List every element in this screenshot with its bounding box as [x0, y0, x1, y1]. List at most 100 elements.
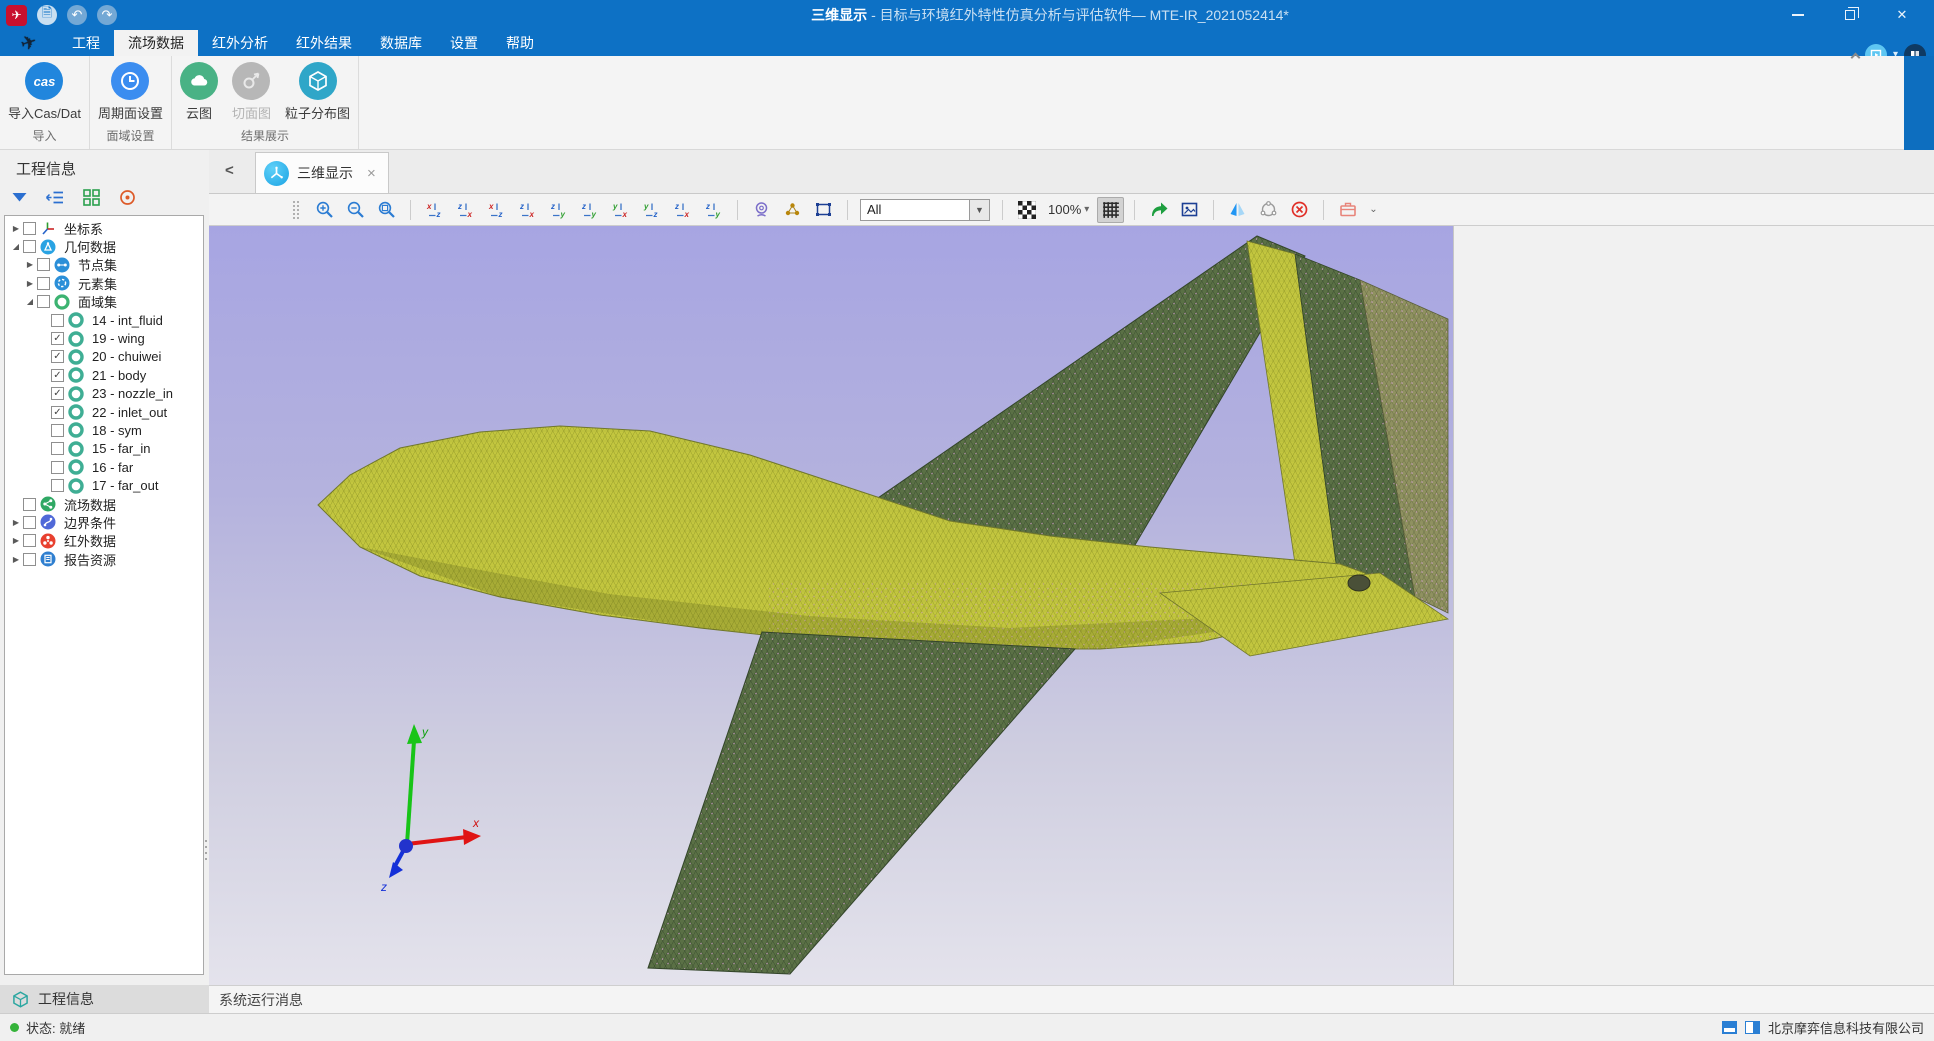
view-back-button[interactable]: zx — [452, 197, 479, 223]
tree-checkbox[interactable] — [23, 534, 36, 547]
zoom-out-button[interactable] — [342, 197, 369, 223]
tree-item-11[interactable]: 18 - sym — [5, 421, 203, 439]
export-button[interactable] — [1145, 197, 1172, 223]
zoom-dropdown-icon[interactable]: ▾ — [1084, 204, 1089, 215]
locate-target-icon[interactable] — [116, 186, 138, 208]
tree-checkbox[interactable] — [37, 295, 50, 308]
3d-viewport[interactable]: y x z — [209, 226, 1453, 985]
menu-item-0[interactable]: 工程 — [58, 30, 114, 56]
tree-item-9[interactable]: ✓23 - nozzle_in — [5, 385, 203, 403]
particle-trace-button[interactable] — [779, 197, 806, 223]
ribbon-button-2-2[interactable]: 粒子分布图 — [279, 60, 356, 124]
mesh-grid-toggle-button[interactable] — [1097, 197, 1124, 223]
tree-item-7[interactable]: ✓20 - chuiwei — [5, 348, 203, 366]
display-filter-combo[interactable]: All▼ — [860, 199, 990, 221]
tree-checkbox[interactable] — [51, 442, 64, 455]
view-right-button[interactable]: xz — [483, 197, 510, 223]
menu-item-3[interactable]: 红外结果 — [282, 30, 366, 56]
tree-checkbox[interactable]: ✓ — [51, 332, 64, 345]
tree-item-14[interactable]: 17 - far_out — [5, 476, 203, 494]
tree-item-8[interactable]: ✓21 - body — [5, 366, 203, 384]
tree-item-1[interactable]: ◢几何数据 — [5, 237, 203, 255]
view-left-button[interactable]: zx — [514, 197, 541, 223]
zoom-fit-button[interactable] — [373, 197, 400, 223]
tree-checkbox[interactable]: ✓ — [51, 369, 64, 382]
grid-view-icon[interactable] — [80, 186, 102, 208]
menu-item-1[interactable]: 流场数据 — [114, 30, 198, 56]
tree-checkbox[interactable] — [51, 314, 64, 327]
view-front-button[interactable]: xz — [421, 197, 448, 223]
tree-item-12[interactable]: 15 - far_in — [5, 440, 203, 458]
tree-item-13[interactable]: 16 - far — [5, 458, 203, 476]
mirror-button[interactable] — [1224, 197, 1251, 223]
tree-item-17[interactable]: ▶红外数据 — [5, 532, 203, 550]
tree-checkbox[interactable] — [23, 240, 36, 253]
zoom-level-select[interactable]: 100%▾ — [1048, 202, 1089, 217]
menu-item-6[interactable]: 帮助 — [492, 30, 548, 56]
box-select-button[interactable] — [810, 197, 837, 223]
tree-checkbox[interactable] — [51, 461, 64, 474]
tree-item-10[interactable]: ✓22 - inlet_out — [5, 403, 203, 421]
close-tab-icon[interactable]: × — [367, 165, 376, 182]
tree-item-16[interactable]: ▶边界条件 — [5, 513, 203, 531]
ribbon-button-2-0[interactable]: 云图 — [174, 60, 224, 124]
tree-checkbox[interactable] — [23, 222, 36, 235]
view-iso-1-button[interactable]: yx — [607, 197, 634, 223]
delete-view-button[interactable] — [1286, 197, 1313, 223]
ribbon-button-1-0[interactable]: 周期面设置 — [92, 60, 169, 124]
tree-item-0[interactable]: ▶坐标系 — [5, 219, 203, 237]
menu-item-4[interactable]: 数据库 — [366, 30, 436, 56]
undo-icon[interactable]: ↶ — [67, 5, 87, 25]
tree-checkbox[interactable] — [37, 258, 50, 271]
tree-item-4[interactable]: ◢面域集 — [5, 293, 203, 311]
tree-item-18[interactable]: ▶报告资源 — [5, 550, 203, 568]
tree-item-5[interactable]: 14 - int_fluid — [5, 311, 203, 329]
tree-checkbox[interactable]: ✓ — [51, 387, 64, 400]
snapshot-button[interactable] — [1176, 197, 1203, 223]
panel-toggle-icon[interactable] — [1745, 1021, 1760, 1034]
view-iso-4-button[interactable]: zy — [700, 197, 727, 223]
collapse-ribbon-button[interactable] — [1848, 48, 1862, 62]
tree-item-3[interactable]: ▶元素集 — [5, 274, 203, 292]
tree-checkbox[interactable] — [37, 277, 50, 290]
combo-dropdown-icon[interactable]: ▼ — [970, 199, 990, 221]
expander-icon[interactable]: ▶ — [9, 224, 23, 233]
view-iso-2-button[interactable]: yz — [638, 197, 665, 223]
expander-icon[interactable]: ◢ — [9, 242, 23, 251]
tree-checkbox[interactable] — [23, 498, 36, 511]
tree-checkbox[interactable] — [51, 424, 64, 437]
expander-icon[interactable]: ▶ — [23, 260, 37, 269]
app-logo-icon[interactable]: ✈ — [6, 5, 27, 26]
layout-toggle-icon[interactable] — [1722, 1021, 1737, 1034]
toolbar-drag-handle[interactable] — [293, 201, 299, 219]
section-sphere-button[interactable] — [1255, 197, 1282, 223]
expander-icon[interactable]: ▶ — [9, 518, 23, 527]
minimize-button[interactable] — [1772, 0, 1824, 30]
background-toggle-button[interactable] — [1013, 197, 1040, 223]
collapse-list-icon[interactable] — [44, 186, 66, 208]
tab-3d-view[interactable]: 三维显示 × — [255, 152, 389, 193]
expander-icon[interactable]: ▶ — [9, 555, 23, 564]
tree-checkbox[interactable]: ✓ — [51, 406, 64, 419]
tree-item-6[interactable]: ✓19 - wing — [5, 329, 203, 347]
save-scene-button[interactable] — [1334, 197, 1361, 223]
expander-icon[interactable]: ◢ — [23, 297, 37, 306]
view-top-button[interactable]: zy — [545, 197, 572, 223]
collapse-sidebar-icon[interactable]: < — [225, 162, 234, 179]
tree-item-15[interactable]: 流场数据 — [5, 495, 203, 513]
sidebar-footer-tab[interactable]: 工程信息 — [0, 985, 209, 1013]
redo-icon[interactable]: ↷ — [97, 5, 117, 25]
expander-icon[interactable]: ▶ — [23, 279, 37, 288]
zoom-in-button[interactable] — [311, 197, 338, 223]
tree-checkbox[interactable]: ✓ — [51, 350, 64, 363]
ribbon-button-0-0[interactable]: cas导入Cas/Dat — [2, 60, 87, 124]
menu-item-5[interactable]: 设置 — [436, 30, 492, 56]
expander-icon[interactable]: ▶ — [9, 536, 23, 545]
tree-item-2[interactable]: ▶节点集 — [5, 256, 203, 274]
tree-checkbox[interactable] — [51, 479, 64, 492]
view-bottom-button[interactable]: zy — [576, 197, 603, 223]
view-iso-3-button[interactable]: zx — [669, 197, 696, 223]
filter-icon[interactable] — [8, 186, 30, 208]
perspective-button[interactable] — [748, 197, 775, 223]
new-document-icon[interactable]: 🗎 — [37, 5, 57, 25]
